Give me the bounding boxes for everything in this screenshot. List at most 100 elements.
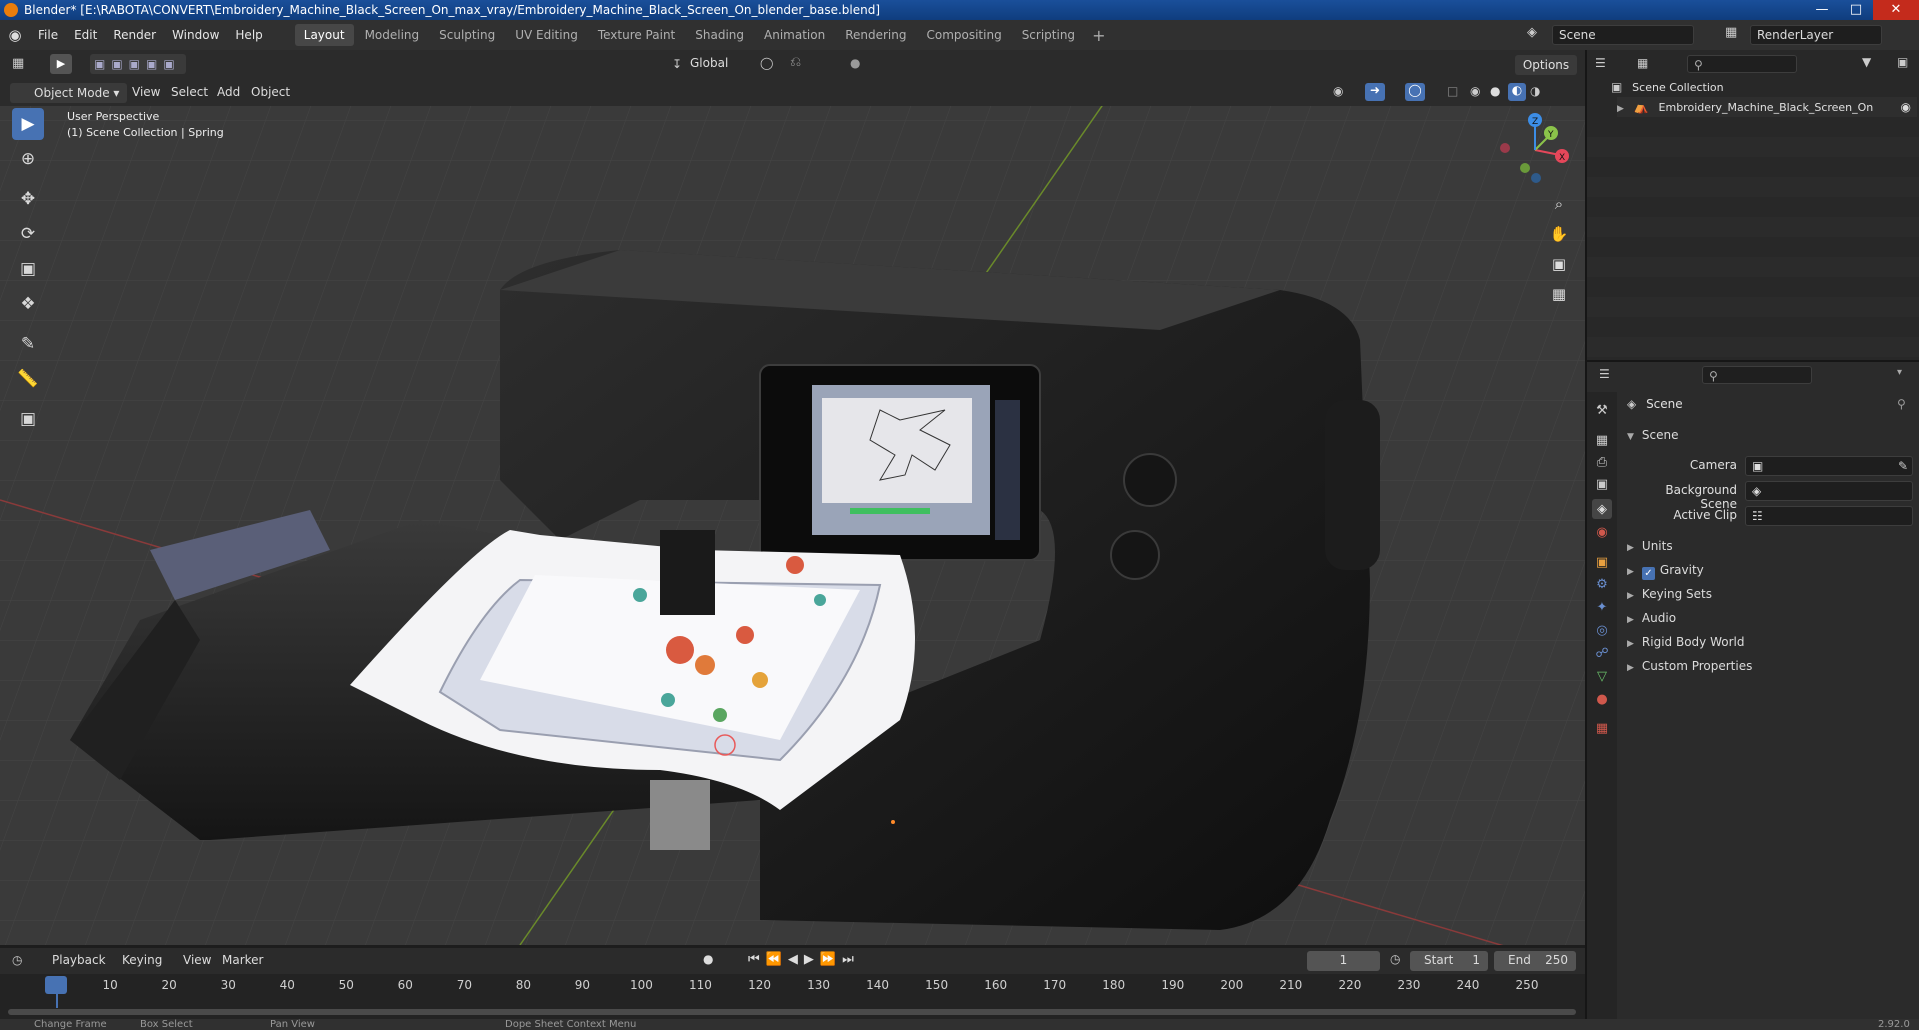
tab-compositing[interactable]: Compositing (917, 24, 1010, 46)
renderlayer-field[interactable]: RenderLayer (1750, 25, 1882, 45)
keying-sets-panel-header[interactable]: ▶ Keying Sets (1627, 587, 1712, 601)
transform-tool-icon[interactable]: ❖ (12, 288, 44, 320)
current-frame-field[interactable]: 1 (1307, 951, 1380, 971)
transform-orientation-dropdown[interactable]: Global (690, 56, 728, 70)
tab-rendering[interactable]: Rendering (836, 24, 915, 46)
scale-tool-icon[interactable]: ▣ (12, 253, 44, 285)
properties-editor-type-icon[interactable]: ☰ (1599, 367, 1610, 381)
visibility-eye-icon[interactable]: ◉ (1901, 97, 1911, 117)
end-frame-field[interactable]: End 250 (1494, 951, 1576, 971)
maximize-icon[interactable]: □ (1839, 0, 1873, 20)
render-tab-icon[interactable]: ▦ (1592, 430, 1612, 450)
rigid-body-world-panel-header[interactable]: ▶ Rigid Body World (1627, 635, 1744, 649)
camera-view-icon[interactable]: ▣ (1545, 250, 1573, 278)
selection-mode-buttons[interactable]: ▣▣▣▣▣ (90, 54, 186, 74)
close-icon[interactable]: ✕ (1873, 0, 1919, 20)
tab-sculpting[interactable]: Sculpting (430, 24, 504, 46)
scene-tab-icon[interactable]: ◈ (1592, 499, 1612, 519)
menu-keying[interactable]: Keying (122, 953, 162, 967)
world-tab-icon[interactable]: ◉ (1592, 522, 1612, 542)
playback-controls[interactable]: ⏮⏪◀▶⏩⏭ (748, 952, 860, 967)
tab-shading[interactable]: Shading (686, 24, 753, 46)
menu-timeline-view[interactable]: View (183, 953, 211, 967)
start-frame-field[interactable]: Start 1 (1410, 951, 1488, 971)
tab-scripting[interactable]: Scripting (1013, 24, 1084, 46)
view-layer-tab-icon[interactable]: ▣ (1592, 474, 1612, 494)
snap-icon[interactable]: ⎌ (790, 54, 801, 70)
tab-uv-editing[interactable]: UV Editing (506, 24, 587, 46)
physics-tab-icon[interactable]: ◎ (1592, 620, 1612, 640)
timeline-scrollbar[interactable] (8, 1009, 1576, 1015)
data-tab-icon[interactable]: ▽ (1592, 666, 1612, 686)
tab-modeling[interactable]: Modeling (356, 24, 429, 46)
proportional-edit-icon[interactable]: ● (850, 56, 860, 70)
properties-search-input[interactable]: ⚲ (1702, 366, 1812, 384)
tab-texture-paint[interactable]: Texture Paint (589, 24, 684, 46)
gravity-panel-header[interactable]: ▶ ✓ Gravity (1627, 563, 1704, 580)
active-clip-field[interactable]: ☷ (1745, 506, 1913, 526)
zoom-icon[interactable]: ⌕ (1545, 190, 1573, 218)
shading-wireframe-icon[interactable]: ◉ (1470, 84, 1480, 98)
units-panel-header[interactable]: ▶ Units (1627, 539, 1673, 553)
shading-solid-icon[interactable]: ● (1490, 84, 1500, 98)
select-mode-icon[interactable]: ▶ (50, 54, 72, 74)
editor-type-icon[interactable]: ▦ (12, 56, 24, 71)
background-scene-field[interactable]: ◈ (1745, 481, 1913, 501)
material-tab-icon[interactable]: ● (1592, 689, 1612, 709)
renderlayer-icon[interactable]: ▦ (1725, 25, 1737, 40)
filter-icon[interactable]: ▼ (1862, 55, 1871, 69)
menu-add[interactable]: Add (217, 85, 240, 99)
constraints-tab-icon[interactable]: ☍ (1592, 643, 1612, 663)
menu-help[interactable]: Help (227, 20, 270, 50)
properties-options-icon[interactable]: ▾ (1897, 367, 1902, 378)
texture-tab-icon[interactable]: ▦ (1592, 718, 1612, 738)
outliner-row-object[interactable]: ▶ ⛺ Embroidery_Machine_Black_Screen_On ◉ (1617, 97, 1917, 117)
overlays-toggle-icon[interactable]: ◯ (1405, 83, 1425, 101)
menu-render[interactable]: Render (105, 20, 164, 50)
menu-file[interactable]: File (30, 20, 66, 50)
shading-rendered-icon[interactable]: ◑ (1530, 84, 1540, 98)
audio-panel-header[interactable]: ▶ Audio (1627, 611, 1676, 625)
menu-view[interactable]: View (132, 85, 160, 99)
scene-field[interactable]: Scene (1552, 25, 1694, 45)
tool-tab-icon[interactable]: ⚒ (1592, 400, 1612, 420)
add-cube-tool-icon[interactable]: ▣ (12, 403, 44, 435)
annotate-tool-icon[interactable]: ✎ (12, 328, 44, 360)
menu-marker[interactable]: Marker (222, 953, 263, 967)
scene-selector-icon[interactable]: ◈ (1527, 25, 1537, 40)
object-mode-dropdown[interactable]: Object Mode ▾ (10, 83, 128, 103)
xray-icon[interactable]: □ (1447, 84, 1458, 98)
rotate-tool-icon[interactable]: ⟳ (12, 218, 44, 250)
pivot-icon[interactable]: ◯ (760, 56, 773, 70)
eyedropper-icon[interactable]: ✎ (1898, 457, 1908, 475)
menu-select[interactable]: Select (171, 85, 208, 99)
minimize-icon[interactable]: — (1805, 0, 1839, 20)
object-tab-icon[interactable]: ▣ (1592, 552, 1612, 572)
camera-field[interactable]: ▣ ✎ (1745, 456, 1913, 476)
ortho-grid-icon[interactable]: ▦ (1545, 280, 1573, 308)
preview-range-icon[interactable]: ◷ (1390, 952, 1400, 966)
expand-arrow-icon[interactable]: ▶ (1617, 104, 1624, 114)
shading-material-icon[interactable]: ◐ (1508, 83, 1526, 101)
blender-menu-icon[interactable]: ◉ (0, 26, 30, 44)
modifier-tab-icon[interactable]: ⚙ (1592, 574, 1612, 594)
record-icon[interactable]: ● (703, 952, 713, 966)
3d-viewport[interactable]: User Perspective (1) Scene Collection | … (0, 80, 1585, 945)
gizmo-toggle-icon[interactable]: ➜ (1365, 83, 1385, 101)
visibility-icon[interactable]: ◉ (1333, 84, 1343, 98)
select-box-tool-icon[interactable]: ▶ (12, 108, 44, 140)
menu-object[interactable]: Object (251, 85, 290, 99)
outliner-row-scene-collection[interactable]: ▣ Scene Collection (1611, 77, 1911, 97)
add-workspace-icon[interactable]: + (1086, 26, 1111, 45)
tab-layout[interactable]: Layout (294, 24, 354, 46)
cursor-tool-icon[interactable]: ⊕ (12, 143, 44, 175)
options-dropdown[interactable]: Options (1515, 55, 1577, 75)
particles-tab-icon[interactable]: ✦ (1592, 597, 1612, 617)
new-collection-icon[interactable]: ▣ (1897, 55, 1908, 69)
outliner-search-input[interactable]: ⚲ (1687, 55, 1797, 73)
pan-hand-icon[interactable]: ✋ (1545, 220, 1573, 248)
output-tab-icon[interactable]: ⎙ (1592, 452, 1612, 472)
timeline-editor-type-icon[interactable]: ◷ (12, 953, 22, 967)
outliner-editor-type-icon[interactable]: ☰ (1595, 56, 1606, 70)
menu-window[interactable]: Window (164, 20, 227, 50)
